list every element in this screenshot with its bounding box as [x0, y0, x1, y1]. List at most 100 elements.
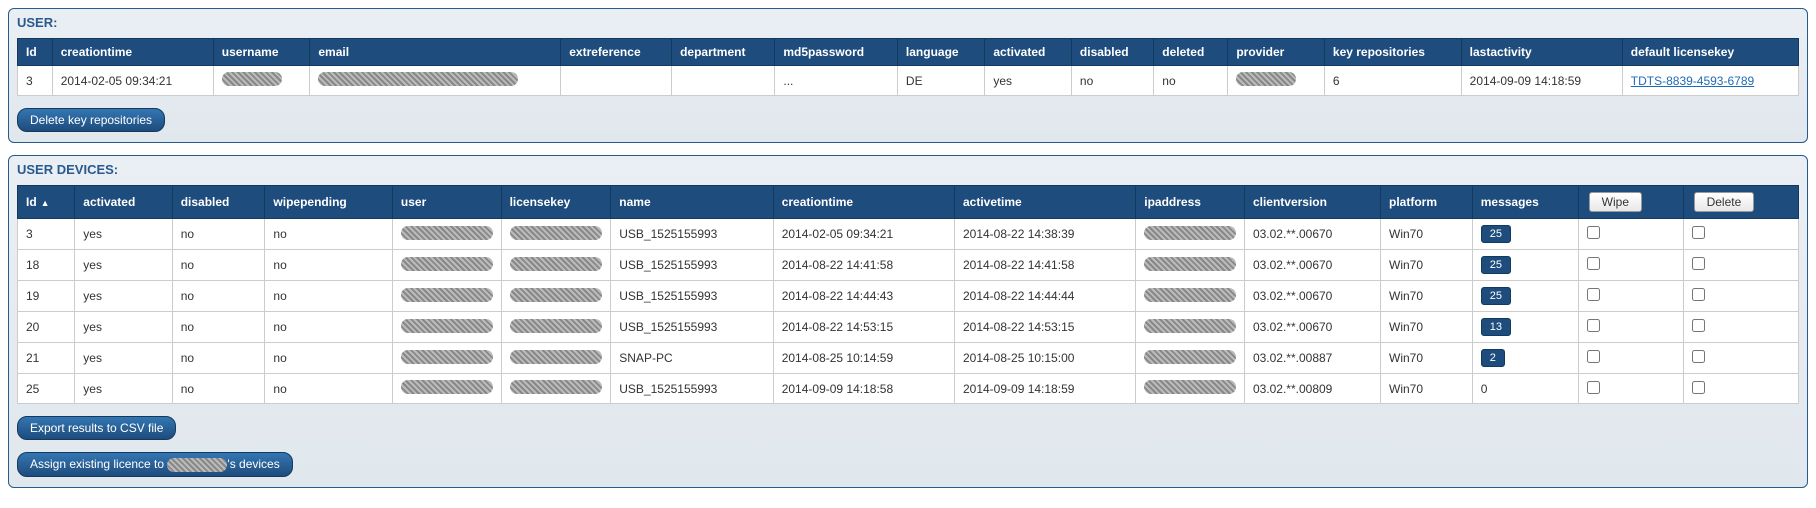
redacted-device-licensekey	[510, 319, 603, 333]
device-cell-name: USB_1525155993	[611, 312, 773, 343]
delete-checkbox[interactable]	[1692, 350, 1705, 363]
user-cell-department	[672, 66, 775, 96]
user-th-provider[interactable]: provider	[1228, 39, 1325, 66]
device-cell-user	[392, 374, 501, 404]
wipe-checkbox[interactable]	[1587, 350, 1600, 363]
device-cell-creationtime: 2014-08-22 14:44:43	[773, 281, 954, 312]
devices-th-user[interactable]: user	[392, 186, 501, 219]
delete-header-button[interactable]: Delete	[1694, 192, 1755, 212]
redacted-provider	[1236, 72, 1296, 86]
device-row: 18 yes no no USB_1525155993 2014-08-22 1…	[18, 250, 1799, 281]
device-cell-disabled: no	[172, 250, 265, 281]
messages-badge[interactable]: 25	[1481, 287, 1511, 305]
device-cell-id: 19	[18, 281, 75, 312]
wipe-checkbox[interactable]	[1587, 319, 1600, 332]
user-th-extreference[interactable]: extreference	[561, 39, 672, 66]
delete-checkbox[interactable]	[1692, 257, 1705, 270]
messages-badge[interactable]: 13	[1481, 318, 1511, 336]
user-cell-disabled: no	[1071, 66, 1153, 96]
device-cell-disabled: no	[172, 281, 265, 312]
devices-th-platform[interactable]: platform	[1381, 186, 1473, 219]
redacted-device-ip	[1144, 226, 1236, 240]
wipe-checkbox[interactable]	[1587, 257, 1600, 270]
messages-count: 0	[1481, 382, 1488, 396]
messages-badge[interactable]: 25	[1481, 256, 1511, 274]
device-cell-name: USB_1525155993	[611, 374, 773, 404]
user-th-activated[interactable]: activated	[985, 39, 1072, 66]
device-cell-platform: Win70	[1381, 250, 1473, 281]
user-cell-keyrepos: 6	[1324, 66, 1461, 96]
redacted-device-user	[401, 288, 493, 302]
user-th-lastactivity[interactable]: lastactivity	[1461, 39, 1622, 66]
delete-checkbox[interactable]	[1692, 226, 1705, 239]
devices-th-ipaddress[interactable]: ipaddress	[1136, 186, 1245, 219]
device-cell-activetime: 2014-09-09 14:18:59	[954, 374, 1135, 404]
device-cell-delete	[1683, 374, 1798, 404]
devices-th-messages[interactable]: messages	[1472, 186, 1578, 219]
device-cell-activetime: 2014-08-25 10:15:00	[954, 343, 1135, 374]
devices-th-disabled[interactable]: disabled	[172, 186, 265, 219]
user-th-department[interactable]: department	[672, 39, 775, 66]
device-cell-activated: yes	[75, 250, 172, 281]
device-cell-creationtime: 2014-09-09 14:18:58	[773, 374, 954, 404]
devices-th-id[interactable]: Id	[18, 186, 75, 219]
wipe-checkbox[interactable]	[1587, 226, 1600, 239]
device-cell-wipe	[1578, 374, 1683, 404]
device-cell-licensekey	[501, 343, 611, 374]
user-th-id[interactable]: Id	[18, 39, 53, 66]
device-cell-disabled: no	[172, 312, 265, 343]
redacted-device-licensekey	[510, 350, 603, 364]
devices-th-creationtime[interactable]: creationtime	[773, 186, 954, 219]
device-cell-licensekey	[501, 219, 611, 250]
device-cell-id: 20	[18, 312, 75, 343]
assign-licence-button[interactable]: Assign existing licence to 's devices	[17, 452, 293, 477]
device-cell-name: USB_1525155993	[611, 219, 773, 250]
device-cell-messages: 25	[1472, 250, 1578, 281]
user-th-username[interactable]: username	[213, 39, 310, 66]
delete-checkbox[interactable]	[1692, 288, 1705, 301]
device-cell-licensekey	[501, 374, 611, 404]
devices-th-clientversion[interactable]: clientversion	[1244, 186, 1380, 219]
wipe-checkbox[interactable]	[1587, 381, 1600, 394]
user-th-creationtime[interactable]: creationtime	[52, 39, 213, 66]
delete-key-repos-button[interactable]: Delete key repositories	[17, 108, 165, 132]
user-th-email[interactable]: email	[310, 39, 561, 66]
user-th-language[interactable]: language	[897, 39, 984, 66]
wipe-header-button[interactable]: Wipe	[1589, 192, 1642, 212]
user-cell-licensekey: TDTS-8839-4593-6789	[1622, 66, 1798, 96]
redacted-device-user	[401, 350, 493, 364]
devices-th-wipepending[interactable]: wipepending	[265, 186, 393, 219]
devices-th-activetime[interactable]: activetime	[954, 186, 1135, 219]
device-cell-ipaddress	[1136, 250, 1245, 281]
devices-th-name[interactable]: name	[611, 186, 773, 219]
wipe-checkbox[interactable]	[1587, 288, 1600, 301]
device-cell-platform: Win70	[1381, 374, 1473, 404]
device-cell-activated: yes	[75, 281, 172, 312]
user-cell-activated: yes	[985, 66, 1072, 96]
device-cell-clientversion: 03.02.**.00670	[1244, 312, 1380, 343]
devices-table: Id activated disabled wipepending user l…	[17, 185, 1799, 404]
user-th-md5password[interactable]: md5password	[775, 39, 898, 66]
messages-badge[interactable]: 2	[1481, 349, 1505, 367]
user-table: Id creationtime username email extrefere…	[17, 38, 1799, 96]
devices-th-activated[interactable]: activated	[75, 186, 172, 219]
delete-checkbox[interactable]	[1692, 319, 1705, 332]
assign-licence-prefix: Assign existing licence to	[30, 457, 167, 471]
device-cell-wipepending: no	[265, 312, 393, 343]
user-th-keyrepos[interactable]: key repositories	[1324, 39, 1461, 66]
user-th-deleted[interactable]: deleted	[1154, 39, 1228, 66]
device-cell-ipaddress	[1136, 281, 1245, 312]
device-cell-messages: 25	[1472, 281, 1578, 312]
user-th-licensekey[interactable]: default licensekey	[1622, 39, 1798, 66]
device-cell-wipe	[1578, 343, 1683, 374]
export-csv-button[interactable]: Export results to CSV file	[17, 416, 176, 440]
delete-checkbox[interactable]	[1692, 381, 1705, 394]
device-cell-creationtime: 2014-08-22 14:41:58	[773, 250, 954, 281]
devices-th-licensekey[interactable]: licensekey	[501, 186, 611, 219]
licensekey-link[interactable]: TDTS-8839-4593-6789	[1631, 74, 1754, 88]
messages-badge[interactable]: 25	[1481, 225, 1511, 243]
redacted-device-ip	[1144, 350, 1236, 364]
device-row: 25 yes no no USB_1525155993 2014-09-09 1…	[18, 374, 1799, 404]
devices-panel-title: USER DEVICES:	[17, 162, 1799, 177]
user-th-disabled[interactable]: disabled	[1071, 39, 1153, 66]
